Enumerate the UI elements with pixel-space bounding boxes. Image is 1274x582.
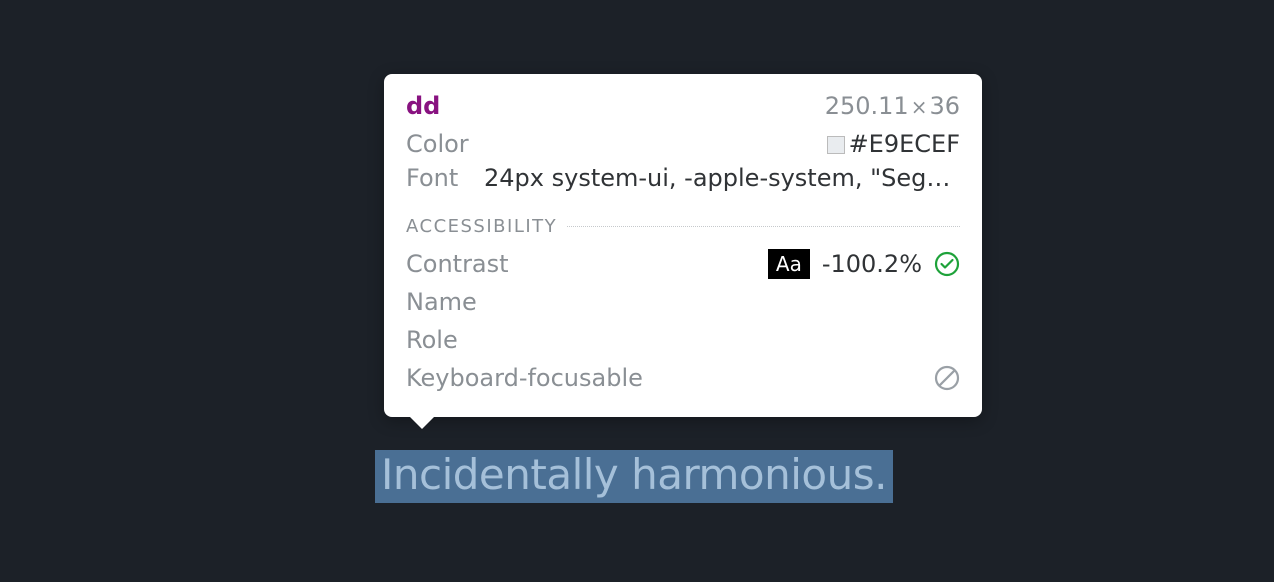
font-row: Font 24px system-ui, -apple-system, "Seg…	[406, 164, 960, 192]
not-allowed-icon	[934, 365, 960, 391]
section-divider	[567, 226, 960, 227]
font-value: 24px system-ui, -apple-system, "Segoe…	[472, 164, 960, 192]
color-label: Color	[406, 130, 472, 158]
element-inspector-tooltip: dd 250.11×36 Color #E9ECEF Font 24px sys…	[384, 74, 982, 417]
element-dimensions: 250.11×36	[825, 92, 960, 120]
tooltip-header: dd 250.11×36	[406, 92, 960, 120]
font-label: Font	[406, 164, 472, 192]
checkmark-circle-icon	[934, 251, 960, 277]
accessibility-label: ACCESSIBILITY	[406, 216, 567, 237]
inspected-element-text: Incidentally harmonious.	[381, 450, 887, 499]
role-row: Role	[406, 325, 960, 355]
dimension-width: 250.11	[825, 92, 909, 120]
contrast-value: -100.2%	[822, 250, 922, 278]
accessibility-section-header: ACCESSIBILITY	[406, 216, 960, 237]
color-hex: #E9ECEF	[849, 130, 960, 158]
name-label: Name	[406, 288, 477, 316]
keyboard-focusable-label: Keyboard-focusable	[406, 364, 643, 392]
color-value: #E9ECEF	[472, 130, 960, 158]
color-row: Color #E9ECEF	[406, 130, 960, 158]
dimension-separator: ×	[909, 95, 930, 119]
color-swatch-icon	[827, 136, 845, 154]
role-label: Role	[406, 326, 458, 354]
name-row: Name	[406, 287, 960, 317]
keyboard-focusable-row: Keyboard-focusable	[406, 363, 960, 393]
dimension-height: 36	[929, 92, 960, 120]
contrast-badge: Aa	[768, 249, 810, 279]
inspected-element-highlight: Incidentally harmonious.	[375, 450, 893, 503]
contrast-row: Contrast Aa -100.2%	[406, 249, 960, 279]
contrast-label: Contrast	[406, 250, 509, 278]
element-tag-name: dd	[406, 92, 440, 120]
